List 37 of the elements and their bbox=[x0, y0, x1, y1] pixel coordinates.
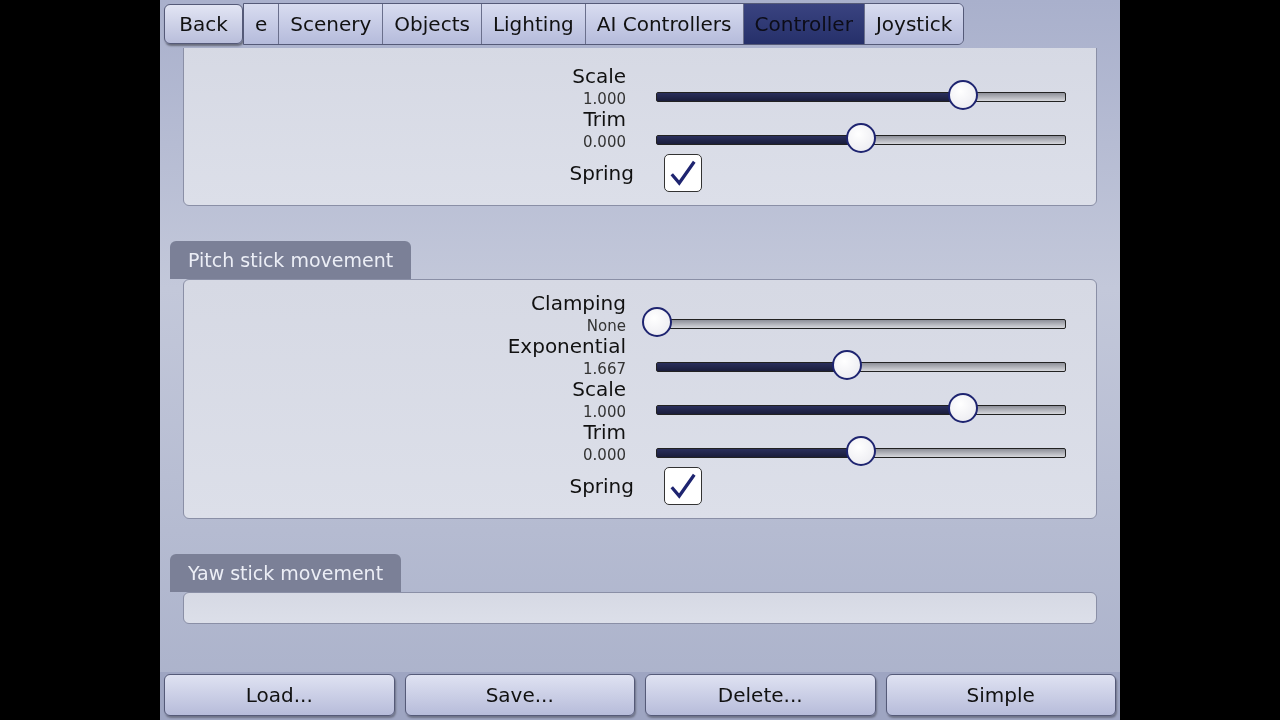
setting-value: 1.667 bbox=[583, 359, 626, 379]
setting-label: Spring bbox=[569, 473, 634, 499]
setting-value: 1.000 bbox=[583, 402, 626, 422]
action-button[interactable]: Simple bbox=[885, 674, 1116, 716]
setting-label: Trim bbox=[583, 419, 626, 445]
slider-handle[interactable] bbox=[948, 393, 978, 423]
slider-handle[interactable] bbox=[832, 350, 863, 380]
setting-value: 0.000 bbox=[583, 445, 626, 465]
setting-value: 0.000 bbox=[583, 132, 626, 152]
setting-value: None bbox=[586, 316, 626, 336]
action-button[interactable]: Delete... bbox=[645, 674, 876, 716]
back-button[interactable]: Back bbox=[164, 4, 243, 44]
action-button[interactable]: Load... bbox=[164, 674, 395, 716]
setting-label: Spring bbox=[569, 160, 634, 186]
setting-value: 1.000 bbox=[583, 89, 626, 109]
checkbox[interactable] bbox=[664, 467, 702, 505]
checkbox[interactable] bbox=[664, 154, 702, 192]
check-icon bbox=[668, 158, 698, 188]
tab[interactable]: AI Controllers bbox=[585, 4, 744, 44]
tab[interactable]: Lighting bbox=[481, 4, 586, 44]
slider-handle[interactable] bbox=[846, 123, 876, 153]
action-button[interactable]: Save... bbox=[404, 674, 635, 716]
setting-label: Clamping bbox=[531, 290, 626, 316]
setting-label: Trim bbox=[583, 106, 626, 132]
tab[interactable]: e bbox=[244, 4, 280, 44]
check-icon bbox=[668, 471, 698, 501]
setting-label: Scale bbox=[572, 376, 626, 402]
slider-handle[interactable] bbox=[642, 307, 672, 337]
tab[interactable]: Joystick bbox=[864, 4, 964, 44]
setting-label: Scale bbox=[572, 63, 626, 89]
slider-handle[interactable] bbox=[846, 436, 876, 466]
tab[interactable]: Objects bbox=[383, 4, 482, 44]
setting-label: Exponential bbox=[507, 333, 626, 359]
tab[interactable]: Scenery bbox=[279, 4, 384, 44]
section-header: Yaw stick movement bbox=[170, 554, 402, 592]
slider-handle[interactable] bbox=[948, 80, 978, 110]
section-header: Pitch stick movement bbox=[170, 241, 412, 279]
